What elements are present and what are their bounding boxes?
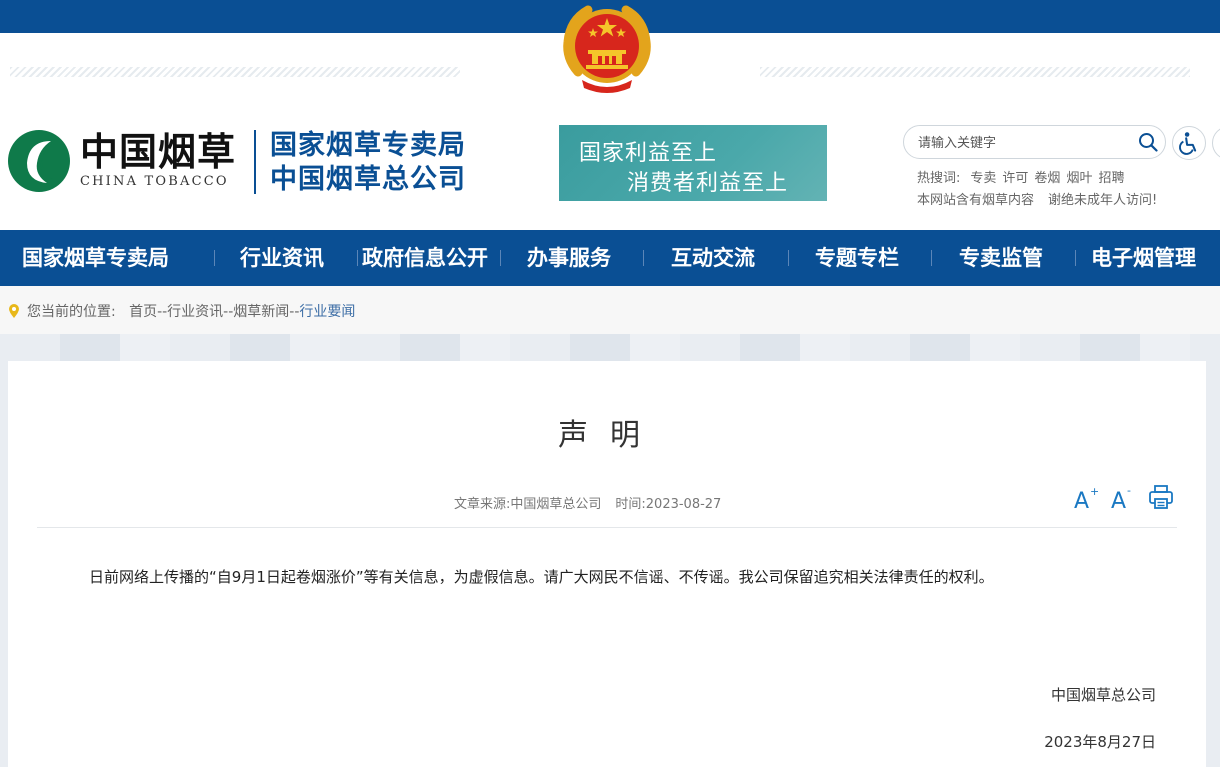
nav-divider <box>1075 250 1076 266</box>
main-nav: 国家烟草专卖局 行业资讯 政府信息公开 办事服务 互动交流 专题专栏 专卖监管 … <box>0 230 1220 286</box>
article-source: 文章来源:中国烟草总公司 <box>454 497 602 512</box>
article-meta: 文章来源:中国烟草总公司 时间:2023-08-27 <box>454 493 721 512</box>
nav-divider <box>357 250 358 266</box>
nav-item-e-cigarette[interactable]: 电子烟管理 <box>1091 230 1196 286</box>
hot-word-5[interactable]: 招聘 <box>1098 171 1124 186</box>
location-pin-icon <box>9 304 19 318</box>
search-input[interactable] <box>918 133 1128 153</box>
svg-text:A: A <box>1074 489 1089 510</box>
slogan-line-2: 消费者利益至上 <box>627 171 789 196</box>
article-body: 日前网络上传播的“自9月1日起卷烟涨价”等有关信息，为虚假信息。请广大网民不信谣… <box>89 568 994 586</box>
national-emblem-icon <box>563 5 651 93</box>
search-box <box>903 125 1166 159</box>
slogan-banner: 国家利益至上 消费者利益至上 <box>559 125 827 201</box>
logo-divider <box>254 130 256 194</box>
notice-text-1: 本网站含有烟草内容 <box>917 193 1035 208</box>
slogan-line-1: 国家利益至上 <box>579 141 718 166</box>
svg-text:+: + <box>1090 485 1098 498</box>
article-date: 2023年8月27日 <box>1044 733 1156 751</box>
org-name-line-2[interactable]: 中国烟草总公司 <box>270 163 466 197</box>
logo-en-text: CHINA TOBACCO <box>80 174 229 189</box>
breadcrumb-current[interactable]: 行业要闻 <box>299 304 355 320</box>
nav-item-services[interactable]: 办事服务 <box>527 230 611 286</box>
search-icon[interactable] <box>1138 132 1158 152</box>
svg-text:-: - <box>1127 484 1131 497</box>
hot-search: 热搜词: 专卖 许可 卷烟 烟叶 招聘 <box>917 167 1130 186</box>
nav-divider <box>931 250 932 266</box>
nav-divider <box>788 250 789 266</box>
accessibility-icon <box>1179 132 1197 155</box>
logo-cn-text: 中国烟草 <box>80 130 237 174</box>
article-time: 时间:2023-08-27 <box>615 497 722 512</box>
breadcrumb-path[interactable]: 首页--行业资讯--烟草新闻-- <box>129 304 299 320</box>
nav-item-monopoly-supervision[interactable]: 专卖监管 <box>959 230 1043 286</box>
nav-item-gov-info[interactable]: 政府信息公开 <box>362 230 488 286</box>
font-increase-icon[interactable]: A + <box>1074 484 1098 510</box>
article-divider <box>37 527 1177 528</box>
accessibility-button[interactable] <box>1172 126 1206 160</box>
hot-word-1[interactable]: 专卖 <box>970 171 996 186</box>
hot-word-3[interactable]: 卷烟 <box>1034 171 1060 186</box>
org-name-line-1[interactable]: 国家烟草专卖局 <box>270 129 466 163</box>
breadcrumb-label: 您当前的位置: <box>27 304 116 320</box>
article-signature: 中国烟草总公司 <box>1050 686 1156 704</box>
notice-text-2: 谢绝未成年人访问! <box>1048 193 1158 208</box>
nav-divider <box>643 250 644 266</box>
svg-text:A: A <box>1111 489 1126 510</box>
header-decor-right <box>760 67 1190 77</box>
font-decrease-icon[interactable]: A - <box>1111 484 1135 510</box>
header-decor-left <box>10 67 460 77</box>
nav-item-interaction[interactable]: 互动交流 <box>671 230 755 286</box>
breadcrumb: 您当前的位置: 首页--行业资讯--烟草新闻--行业要闻 <box>9 301 355 321</box>
hot-search-label: 热搜词: <box>917 171 961 186</box>
hot-word-2[interactable]: 许可 <box>1002 171 1028 186</box>
print-icon[interactable] <box>1148 484 1174 510</box>
nav-item-industry-news[interactable]: 行业资讯 <box>240 230 324 286</box>
nav-divider <box>500 250 501 266</box>
article-title: 声明 <box>558 418 662 453</box>
china-tobacco-logo-icon <box>8 130 70 192</box>
minor-notice: 本网站含有烟草内容 谢绝未成年人访问! <box>917 189 1157 208</box>
nav-item-bureau[interactable]: 国家烟草专卖局 <box>22 230 169 286</box>
nav-divider <box>214 250 215 266</box>
nav-item-special-topics[interactable]: 专题专栏 <box>815 230 899 286</box>
hot-word-4[interactable]: 烟叶 <box>1066 171 1092 186</box>
